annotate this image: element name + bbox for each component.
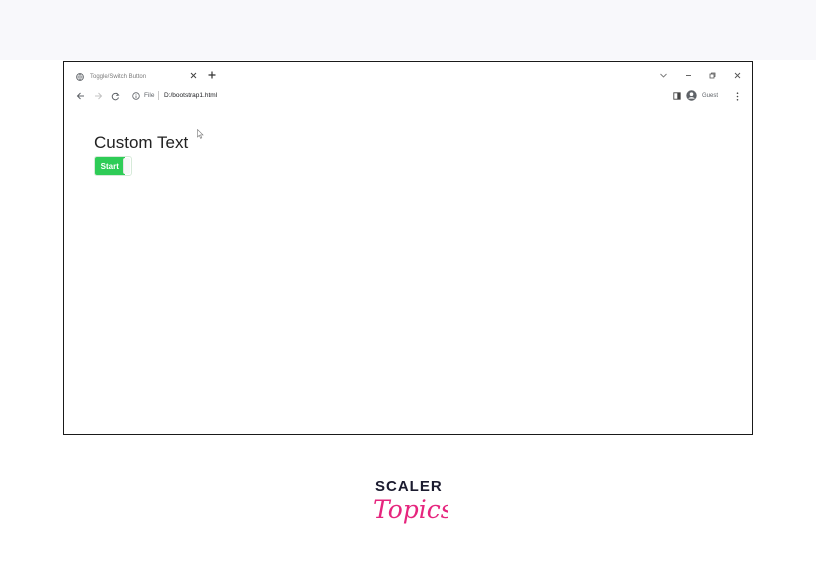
- tab-title: Toggle/Switch Button: [90, 74, 147, 80]
- tab-close-icon[interactable]: [188, 70, 198, 80]
- profile-button[interactable]: Guest: [686, 90, 718, 101]
- svg-text:Topics: Topics: [373, 495, 448, 524]
- toggle-switch-knob[interactable]: [123, 158, 130, 174]
- site-info-icon[interactable]: [131, 91, 140, 100]
- toggle-switch[interactable]: Start: [94, 156, 132, 176]
- page-top-band: [0, 0, 816, 60]
- side-panel-icon[interactable]: [671, 90, 683, 102]
- address-separator: [158, 91, 159, 100]
- browser-toolbar: File D:/bootstrap1.html Guest: [64, 88, 752, 104]
- globe-icon: [76, 73, 84, 81]
- tab-search-chevron-down-icon[interactable]: [658, 70, 668, 80]
- tab-bar: Toggle/Switch Button: [64, 62, 752, 88]
- back-arrow-icon[interactable]: [74, 90, 86, 102]
- tab-toggle-switch-button[interactable]: Toggle/Switch Button: [76, 69, 200, 85]
- reload-icon[interactable]: [109, 90, 121, 102]
- page-content: Custom Text Start: [64, 104, 752, 434]
- mouse-cursor-icon: [197, 126, 204, 144]
- restore-icon[interactable]: [707, 70, 717, 80]
- new-tab-plus-icon[interactable]: [207, 70, 217, 80]
- logo-wordmark-script: Topics: [373, 495, 448, 524]
- toggle-switch-label: Start: [100, 161, 119, 171]
- toggle-switch-track: Start: [95, 157, 125, 175]
- page-heading: Custom Text: [94, 133, 189, 152]
- address-bar-url[interactable]: D:/bootstrap1.html: [164, 91, 217, 100]
- minimize-icon[interactable]: [683, 70, 693, 80]
- browser-window: Toggle/Switch Button File D:/bootstrap1.…: [63, 61, 753, 435]
- address-scheme-label: File: [144, 92, 155, 99]
- scaler-topics-logo: SCALER Topics: [368, 476, 448, 538]
- avatar-icon: [686, 90, 697, 101]
- forward-arrow-icon[interactable]: [92, 90, 104, 102]
- profile-label: Guest: [702, 92, 719, 99]
- more-menu-icon[interactable]: [731, 90, 743, 102]
- close-window-icon[interactable]: [732, 70, 742, 80]
